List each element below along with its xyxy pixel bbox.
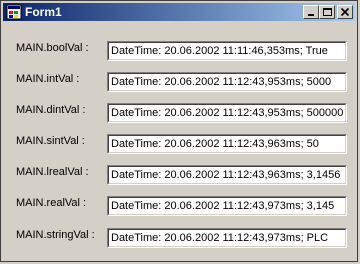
field-sintval-text: DateTime: 20.06.2002 11:12:43,963ms; 50	[111, 138, 319, 150]
field-lrealval-text: DateTime: 20.06.2002 11:12:43,963ms; 3,1…	[111, 169, 341, 181]
minimize-button[interactable]	[303, 5, 319, 19]
field-lrealval[interactable]: DateTime: 20.06.2002 11:12:43,963ms; 3,1…	[107, 165, 347, 185]
label-stringval: MAIN.stringVal :	[16, 229, 95, 241]
field-boolval[interactable]: DateTime: 20.06.2002 11:11:46,353ms; Tru…	[107, 41, 347, 61]
label-lrealval: MAIN.lrealVal :	[16, 166, 89, 178]
field-intval-text: DateTime: 20.06.2002 11:12:43,953ms; 500…	[111, 76, 332, 88]
label-dintval: MAIN.dintVal :	[16, 104, 86, 116]
minimize-icon	[308, 14, 314, 16]
label-sintval: MAIN.sintVal :	[16, 135, 85, 147]
title-bar[interactable]: Form1	[3, 3, 355, 21]
form1-window: Form1 MAIN.boolVal : DateTime: 20.06.200…	[0, 0, 358, 262]
close-icon	[340, 7, 350, 17]
maximize-button[interactable]	[319, 5, 335, 19]
maximize-icon	[323, 8, 332, 16]
window-title: Form1	[25, 5, 62, 19]
label-realval: MAIN.realVal :	[16, 197, 87, 209]
label-boolval: MAIN.boolVal :	[16, 42, 89, 54]
field-intval[interactable]: DateTime: 20.06.2002 11:12:43,953ms; 500…	[107, 72, 347, 92]
field-sintval[interactable]: DateTime: 20.06.2002 11:12:43,963ms; 50	[107, 134, 347, 154]
form-app-icon[interactable]	[6, 4, 22, 20]
field-realval-text: DateTime: 20.06.2002 11:12:43,973ms; 3,1…	[111, 200, 335, 212]
field-dintval-text: DateTime: 20.06.2002 11:12:43,953ms; 500…	[111, 107, 344, 119]
field-stringval[interactable]: DateTime: 20.06.2002 11:12:43,973ms; PLC	[107, 228, 347, 248]
close-button[interactable]	[337, 5, 353, 19]
label-intval: MAIN.intVal :	[16, 73, 80, 85]
field-dintval[interactable]: DateTime: 20.06.2002 11:12:43,953ms; 500…	[107, 103, 347, 123]
field-boolval-text: DateTime: 20.06.2002 11:11:46,353ms; Tru…	[111, 45, 328, 57]
field-realval[interactable]: DateTime: 20.06.2002 11:12:43,973ms; 3,1…	[107, 196, 347, 216]
field-stringval-text: DateTime: 20.06.2002 11:12:43,973ms; PLC	[111, 232, 329, 244]
